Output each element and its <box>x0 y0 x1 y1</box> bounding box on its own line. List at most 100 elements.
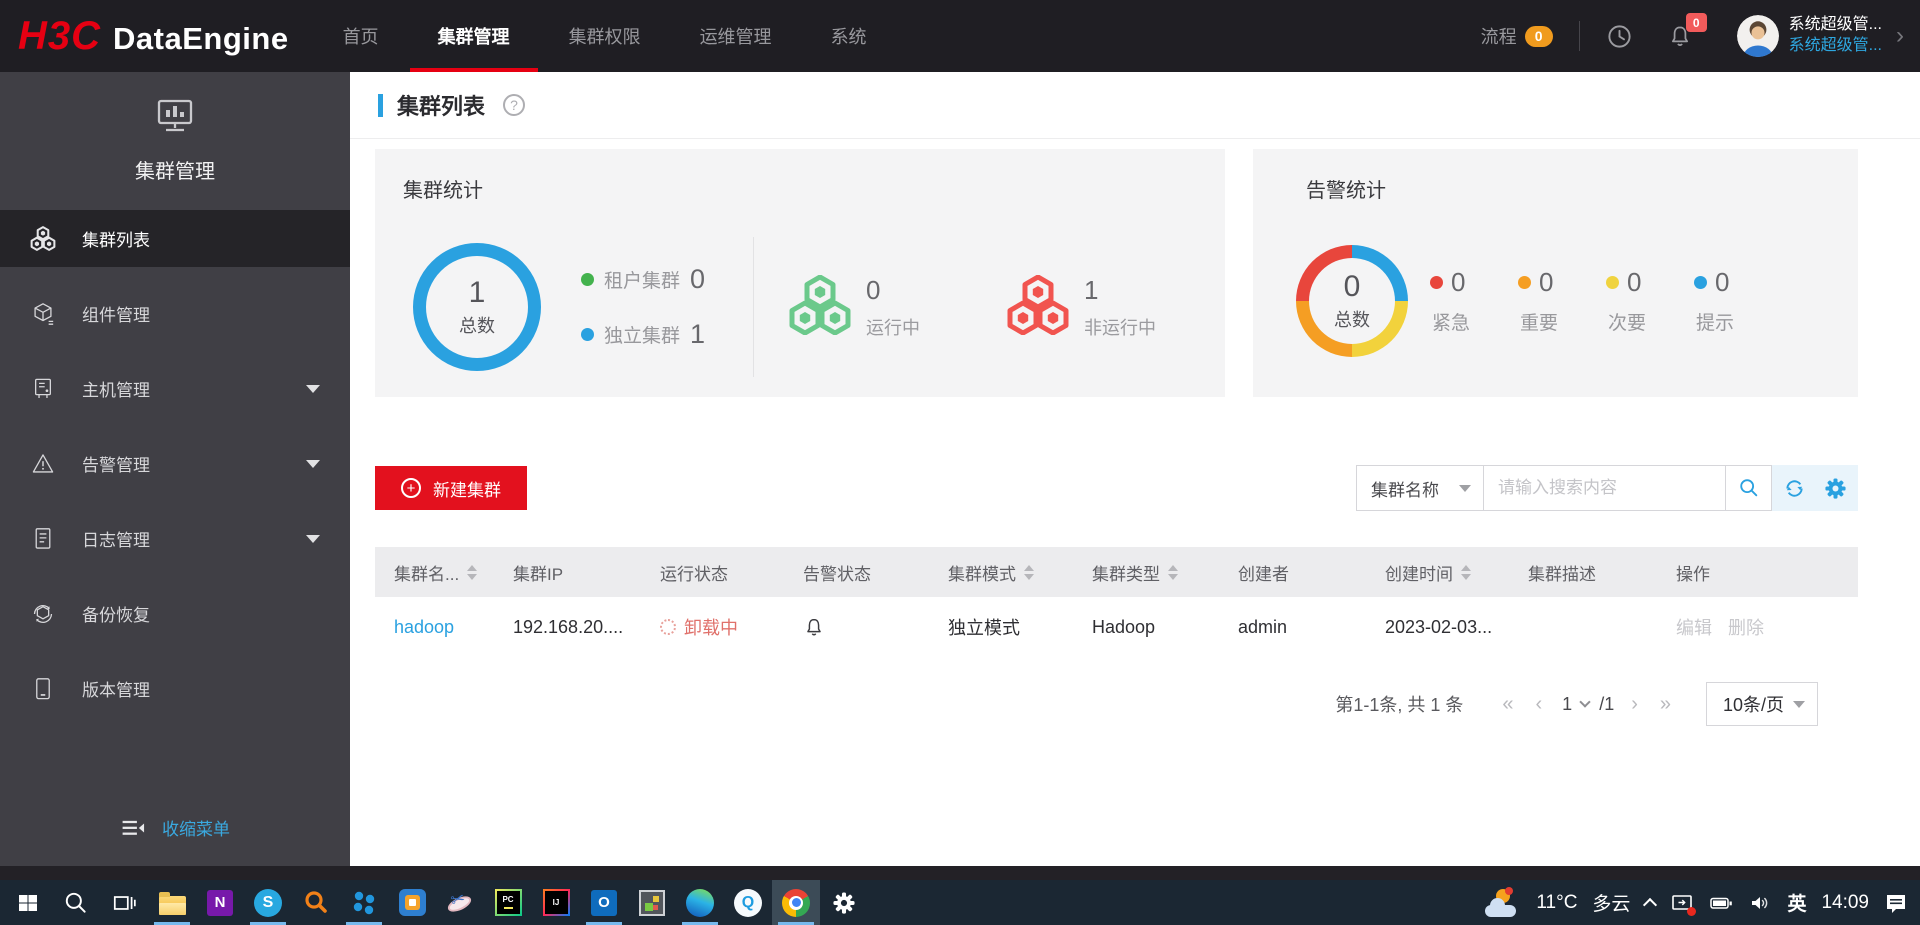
onenote-button[interactable]: N <box>196 880 244 925</box>
running-label: 运行中 <box>866 317 921 338</box>
search-input[interactable] <box>1484 466 1725 510</box>
pycharm-button[interactable]: PC <box>484 880 532 925</box>
table-toolbar: + 新建集群 集群名称 <box>375 465 1858 511</box>
cluster-name-link[interactable]: hadoop <box>394 617 454 637</box>
legend-value: 0 <box>1539 267 1554 297</box>
search-button[interactable] <box>1725 466 1771 510</box>
input-language[interactable]: 英 <box>1787 889 1806 916</box>
header-cluster-name[interactable]: 集群名... <box>375 560 513 585</box>
nav-item-system[interactable]: 系统 <box>829 0 869 72</box>
sidebar-item-host-mgmt[interactable]: 主机管理 <box>0 360 350 417</box>
header-cluster-type[interactable]: 集群类型 <box>1092 560 1238 585</box>
edit-action[interactable]: 编辑 <box>1676 614 1712 640</box>
created-time-cell: 2023-02-03... <box>1385 616 1493 637</box>
notifications-bell-icon[interactable]: 0 <box>1667 13 1707 49</box>
alarm-bell-icon[interactable] <box>803 616 948 638</box>
weather-icon[interactable] <box>1485 886 1521 917</box>
pagination: 第1-1条, 共 1 条 « ‹ 1 /1 › » 10条/页 <box>375 681 1858 727</box>
taskbar-search-button[interactable] <box>52 880 100 925</box>
user-display-name: 系统超级管... <box>1788 16 1882 34</box>
column-settings-gear-icon[interactable] <box>1824 477 1847 500</box>
filter-field-select[interactable]: 集群名称 <box>1357 466 1484 510</box>
sort-icon[interactable] <box>467 564 478 580</box>
qq-browser-button[interactable]: Q <box>724 880 772 925</box>
legend-value: 1 <box>690 319 706 349</box>
clock-time[interactable]: 14:09 <box>1821 892 1869 914</box>
flow-indicator[interactable]: 流程 0 <box>1481 23 1553 49</box>
weather-condition[interactable]: 多云 <box>1592 889 1630 916</box>
create-cluster-button[interactable]: + 新建集群 <box>375 466 527 510</box>
sidebar-item-cluster-list[interactable]: 集群列表 <box>0 210 350 267</box>
blue-dots-app-button[interactable] <box>340 880 388 925</box>
file-explorer-button[interactable] <box>148 880 196 925</box>
help-icon[interactable]: ? <box>503 94 526 116</box>
header-run-status: 运行状态 <box>660 564 728 584</box>
prev-page-button[interactable]: ‹ <box>1536 693 1543 716</box>
page-size-value: 10条/页 <box>1723 695 1785 715</box>
nav-item-home[interactable]: 首页 <box>341 0 381 72</box>
legend-item-critical: 0 紧急 <box>1430 267 1478 335</box>
not-running-value: 1 <box>1084 274 1099 305</box>
snipping-tool-button[interactable]: ✂ <box>436 880 484 925</box>
first-page-button[interactable]: « <box>1502 693 1513 716</box>
blue-dot-icon <box>581 328 594 341</box>
alarm-stats-body: 0 总数 0 紧急 0 重要 0 次要 0 提示 <box>1296 245 1858 357</box>
settings-button[interactable] <box>820 880 868 925</box>
action-center-icon[interactable] <box>1884 891 1908 915</box>
page-size-select[interactable]: 10条/页 <box>1706 682 1818 726</box>
user-role-link[interactable]: 系统超级管... <box>1789 36 1882 57</box>
edge-button[interactable] <box>676 880 724 925</box>
history-clock-icon[interactable] <box>1606 23 1633 50</box>
next-page-button[interactable]: › <box>1631 693 1638 716</box>
start-button[interactable] <box>4 880 52 925</box>
nav-item-ops-mgmt[interactable]: 运维管理 <box>698 0 774 72</box>
alarm-total-value: 0 <box>1343 270 1361 303</box>
sort-icon[interactable] <box>1168 564 1178 580</box>
sidebar-item-backup-restore[interactable]: 备份恢复 <box>0 585 350 642</box>
vmware-button[interactable] <box>388 880 436 925</box>
legend-label: 紧急 <box>1432 313 1471 334</box>
collapse-menu-icon <box>120 816 146 840</box>
snipping-tool-icon: ✂ <box>445 888 474 917</box>
sidebar-item-component-mgmt[interactable]: 组件管理 <box>0 285 350 342</box>
user-name-block[interactable]: 系统超级管... 系统超级管... <box>1789 15 1882 57</box>
battery-icon[interactable] <box>1709 891 1733 915</box>
user-avatar[interactable] <box>1736 15 1779 57</box>
search-app-button[interactable] <box>292 880 340 925</box>
task-view-button[interactable] <box>100 880 148 925</box>
last-page-button[interactable]: » <box>1660 693 1671 716</box>
page-select-chevron-icon[interactable] <box>1579 696 1591 708</box>
header-cluster-mode[interactable]: 集群模式 <box>948 560 1092 585</box>
hidden-icons-chevron-icon[interactable] <box>1643 897 1658 913</box>
temperature[interactable]: 11°C <box>1536 892 1577 914</box>
chevron-right-icon[interactable]: › <box>1896 22 1904 50</box>
current-page[interactable]: 1 <box>1562 694 1572 715</box>
volume-icon[interactable] <box>1748 891 1772 915</box>
sort-icon[interactable] <box>1461 564 1471 580</box>
row-actions: 编辑 删除 <box>1676 614 1858 640</box>
nav-item-cluster-mgmt[interactable]: 集群管理 <box>409 0 538 72</box>
refresh-icon[interactable] <box>1783 477 1806 500</box>
sidebar-item-log-mgmt[interactable]: 日志管理 <box>0 510 350 567</box>
green-dot-icon <box>581 273 594 286</box>
chrome-button[interactable] <box>772 880 820 925</box>
terminal-app-button[interactable] <box>628 880 676 925</box>
running-value: 0 <box>866 274 881 305</box>
intellij-button[interactable]: IJ <box>532 880 580 925</box>
sidebar-item-version-mgmt[interactable]: 版本管理 <box>0 660 350 717</box>
sort-icon[interactable] <box>1024 564 1034 580</box>
product-logo: DataEngine <box>113 20 289 56</box>
collapse-menu-button[interactable]: 收缩菜单 <box>0 815 350 840</box>
not-running-label: 非运行中 <box>1084 317 1157 338</box>
sidebar-item-alarm-mgmt[interactable]: 告警管理 <box>0 435 350 492</box>
skype-button[interactable]: S <box>244 880 292 925</box>
system-tray: 11°C 多云 英 14:09 <box>1485 886 1916 917</box>
document-icon <box>30 526 56 552</box>
header-created-time[interactable]: 创建时间 <box>1385 560 1528 585</box>
outlook-button[interactable]: O <box>580 880 628 925</box>
plus-circle-icon: + <box>401 478 421 498</box>
orange-dot-icon <box>1518 276 1531 289</box>
nav-item-cluster-perm[interactable]: 集群权限 <box>567 0 643 72</box>
display-sync-icon[interactable] <box>1670 891 1697 916</box>
delete-action[interactable]: 删除 <box>1728 614 1764 640</box>
